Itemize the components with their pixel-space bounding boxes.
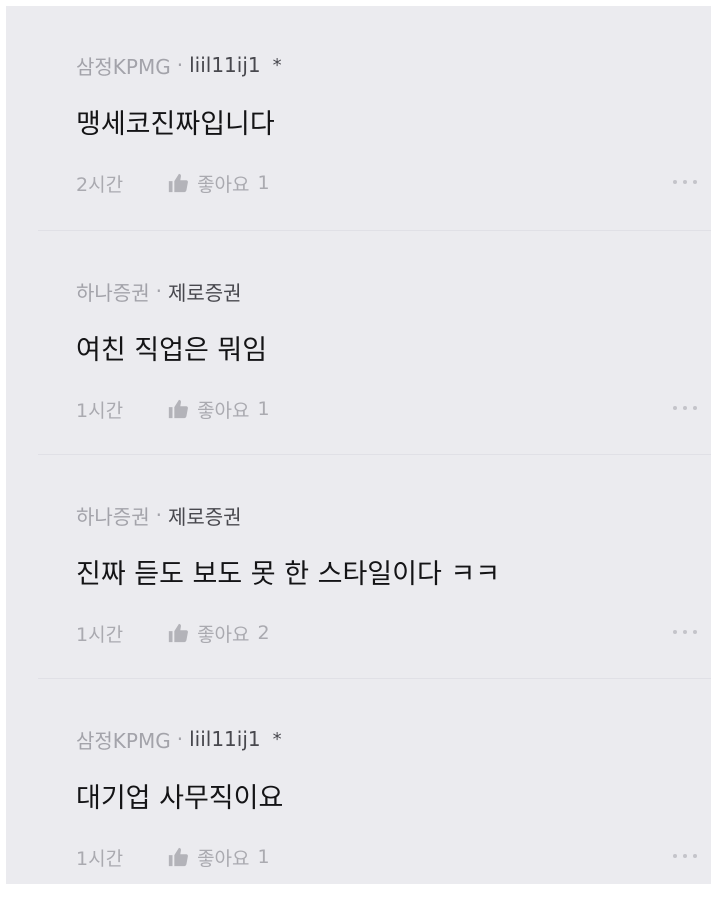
meta-separator: · bbox=[176, 53, 184, 77]
like-count: 1 bbox=[257, 398, 270, 420]
company-name: 삼정KPMG bbox=[76, 54, 171, 79]
comment-item: 삼정KPMG · liil11ij1 * 맹세코진짜입니다 2시간 좋아요 1 bbox=[6, 6, 711, 230]
comment-time: 1시간 bbox=[76, 847, 124, 870]
author-nickname[interactable]: 제로증권 bbox=[168, 501, 242, 530]
author-nickname[interactable]: liil11ij1 bbox=[189, 727, 261, 751]
company-name: 하나증권 bbox=[76, 280, 150, 305]
divider bbox=[38, 454, 711, 455]
comment-item: 하나증권 · 제로증권 여친 직업은 뭐임 1시간 좋아요 1 bbox=[6, 232, 711, 456]
author-marker: * bbox=[272, 54, 282, 76]
meta-separator: · bbox=[155, 279, 162, 303]
like-label: 좋아요 bbox=[197, 623, 250, 646]
comment-meta: 하나증권 · 제로증권 bbox=[76, 501, 242, 530]
comment-text: 대기업 사무직이요 bbox=[76, 783, 284, 814]
like-count: 1 bbox=[257, 846, 270, 868]
company-name: 하나증권 bbox=[76, 504, 150, 529]
like-label: 좋아요 bbox=[197, 399, 250, 422]
author-marker: * bbox=[272, 728, 282, 750]
comment-item: 하나증권 · 제로증권 진짜 듣도 보도 못 한 스타일이다 ㅋㅋ 1시간 좋아… bbox=[6, 456, 711, 680]
comment-list: 삼정KPMG · liil11ij1 * 맹세코진짜입니다 2시간 좋아요 1 … bbox=[6, 6, 711, 884]
comment-meta: 삼정KPMG · liil11ij1 * bbox=[76, 726, 282, 753]
comment-text: 여친 직업은 뭐임 bbox=[76, 335, 268, 366]
comment-item: 삼정KPMG · liil11ij1 * 대기업 사무직이요 1시간 좋아요 1 bbox=[6, 680, 711, 904]
thumbs-up-icon bbox=[168, 623, 188, 643]
like-label: 좋아요 bbox=[197, 173, 250, 196]
like-count: 2 bbox=[257, 622, 270, 644]
comment-text: 진짜 듣도 보도 못 한 스타일이다 ㅋㅋ bbox=[76, 559, 501, 590]
comment-text: 맹세코진짜입니다 bbox=[76, 109, 275, 140]
like-label: 좋아요 bbox=[197, 847, 250, 870]
comment-footer: 1시간 좋아요 2 bbox=[76, 620, 270, 646]
more-dots-icon[interactable] bbox=[673, 854, 697, 858]
comment-footer: 1시간 좋아요 1 bbox=[76, 844, 270, 870]
company-name: 삼정KPMG bbox=[76, 728, 171, 753]
author-nickname[interactable]: liil11ij1 bbox=[189, 53, 261, 77]
thumbs-up-icon bbox=[168, 847, 188, 867]
like-count: 1 bbox=[257, 172, 270, 194]
meta-separator: · bbox=[176, 727, 184, 751]
comment-footer: 2시간 좋아요 1 bbox=[76, 170, 270, 196]
comment-time: 1시간 bbox=[76, 623, 124, 646]
comment-time: 2시간 bbox=[76, 173, 124, 196]
author-nickname[interactable]: 제로증권 bbox=[168, 277, 242, 306]
thumbs-up-icon bbox=[168, 399, 188, 419]
thumbs-up-icon bbox=[168, 173, 188, 193]
like-button[interactable]: 좋아요 1 bbox=[167, 396, 270, 423]
comment-meta: 삼정KPMG · liil11ij1 * bbox=[76, 52, 282, 79]
comment-footer: 1시간 좋아요 1 bbox=[76, 396, 270, 422]
comment-time: 1시간 bbox=[76, 399, 124, 422]
comment-meta: 하나증권 · 제로증권 bbox=[76, 277, 242, 306]
more-dots-icon[interactable] bbox=[673, 630, 697, 634]
like-button[interactable]: 좋아요 1 bbox=[167, 844, 270, 871]
meta-separator: · bbox=[155, 503, 162, 527]
divider bbox=[38, 678, 711, 679]
divider bbox=[38, 230, 711, 231]
like-button[interactable]: 좋아요 1 bbox=[167, 170, 270, 197]
more-dots-icon[interactable] bbox=[673, 406, 697, 410]
like-button[interactable]: 좋아요 2 bbox=[167, 620, 270, 647]
more-dots-icon[interactable] bbox=[673, 180, 697, 184]
